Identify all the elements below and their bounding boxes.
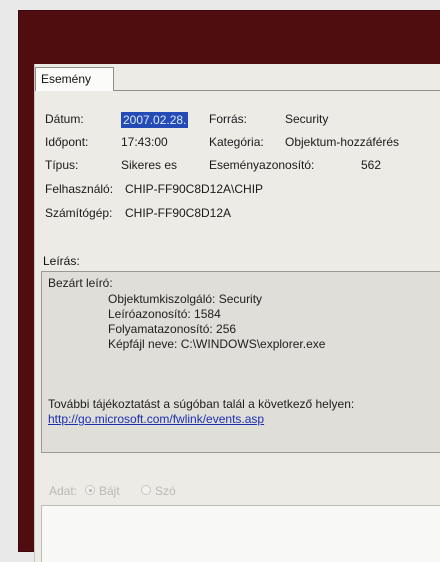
type-label: Típus:: [45, 158, 79, 172]
data-textbox[interactable]: [41, 505, 440, 562]
category-value: Objektum-hozzáférés: [285, 135, 400, 149]
description-line: További tájékoztatást a súgóban talál a …: [48, 397, 355, 411]
user-label: Felhasználó:: [45, 182, 114, 196]
description-label: Leírás:: [43, 254, 80, 268]
description-line: Folyamatazonosító: 256: [108, 322, 237, 336]
source-label: Forrás:: [209, 112, 248, 126]
date-label: Dátum:: [45, 112, 84, 126]
user-value: CHIP-FF90C8D12A\CHIP: [125, 182, 264, 196]
description-line: Leíróazonosító: 1584: [108, 307, 221, 321]
byte-radio-label[interactable]: Bájt: [99, 484, 120, 498]
event-info-link[interactable]: http://go.microsoft.com/fwlink/events.as…: [48, 412, 264, 426]
window-frame: Esemény Dátum: 2007.02.28. Forrás: Secur…: [18, 10, 440, 562]
description-line: Objektumkiszolgáló: Security: [108, 292, 263, 306]
event-id-label: Eseményazonosító:: [209, 158, 315, 172]
event-properties-dialog: Esemény Dátum: 2007.02.28. Forrás: Secur…: [34, 64, 440, 562]
computer-label: Számítógép:: [45, 206, 113, 220]
data-label: Adat:: [49, 484, 78, 498]
category-label: Kategória:: [209, 135, 264, 149]
description-line: Képfájl neve: C:\WINDOWS\explorer.exe: [108, 337, 326, 351]
type-value: Sikeres es: [121, 158, 178, 172]
date-value[interactable]: 2007.02.28.: [121, 112, 189, 128]
word-radio[interactable]: [141, 485, 151, 495]
source-value: Security: [285, 112, 329, 126]
time-value: 17:43:00: [121, 135, 168, 149]
word-radio-label[interactable]: Szó: [155, 484, 176, 498]
description-textbox[interactable]: Bezárt leíró: Objektumkiszolgáló: Securi…: [41, 271, 440, 453]
description-line: Bezárt leíró:: [48, 276, 113, 290]
tab-esemeny[interactable]: Esemény: [35, 67, 114, 91]
event-id-value: 562: [361, 158, 382, 172]
time-label: Időpont:: [45, 135, 89, 149]
tab-bar: Esemény: [35, 64, 440, 91]
byte-radio[interactable]: [85, 485, 95, 495]
computer-value: CHIP-FF90C8D12A: [125, 206, 232, 220]
